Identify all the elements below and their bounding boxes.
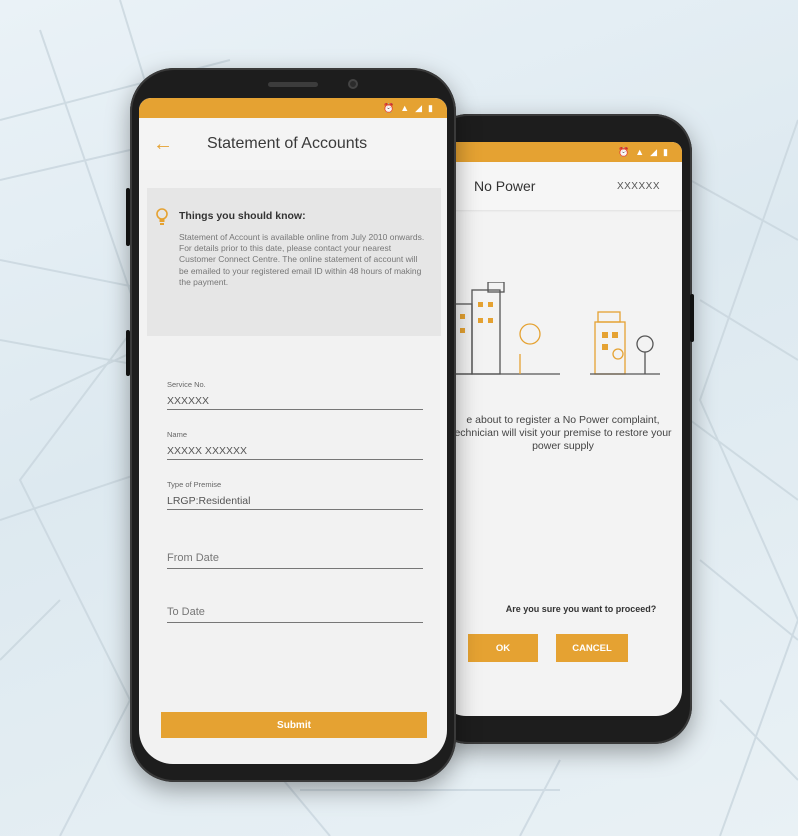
arrow-left-icon[interactable]: ← (153, 133, 183, 156)
battery-icon: ▮ (663, 146, 668, 157)
no-power-app-bar: No Power XXXXXX (440, 162, 682, 210)
power-side-button (690, 294, 694, 342)
alarm-icon: ⏰ (617, 146, 630, 157)
statement-app-bar: ← Statement of Accounts (139, 118, 447, 170)
name-field: Name XXXXX XXXXXX (167, 430, 423, 460)
battery-icon: ▮ (428, 102, 433, 113)
service-no-label: Service No. (167, 380, 206, 389)
complaint-message: e about to register a No Power complaint… (454, 414, 672, 452)
city-buildings-illustration (440, 282, 660, 375)
phone-statement-of-accounts: ⏰ ▲ ◢ ▮ ← Statement of Accounts Things y… (126, 68, 456, 782)
from-date-input[interactable]: From Date (167, 552, 423, 569)
earpiece-speaker (268, 82, 318, 87)
premise-type-field: Type of Premise LRGP:Residential (167, 480, 423, 510)
alarm-icon: ⏰ (382, 102, 395, 113)
lte-icon: ◢ (415, 102, 423, 113)
name-label: Name (167, 430, 188, 439)
status-bar: ⏰ ▲ ◢ ▮ (139, 98, 447, 118)
lightbulb-icon (156, 208, 168, 225)
submit-button[interactable]: Submit (161, 712, 427, 738)
screen-title: No Power (474, 178, 536, 194)
statement-screen: ⏰ ▲ ◢ ▮ ← Statement of Accounts Things y… (139, 98, 447, 764)
name-value: XXXXX XXXXXX (167, 445, 247, 457)
phone-no-power: ⏰ ▲ ◢ ▮ No Power XXXXXX e about to regis… (430, 114, 694, 744)
to-date-input[interactable]: To Date (167, 606, 423, 623)
info-body: Statement of Account is available online… (179, 232, 425, 287)
signal-icon: ▲ (400, 103, 410, 113)
confirm-question: Are you sure you want to proceed? (505, 604, 657, 614)
to-date-placeholder: To Date (167, 606, 205, 618)
lte-icon: ◢ (650, 146, 658, 157)
info-card: Things you should know: Statement of Acc… (147, 188, 441, 336)
page-title: Statement of Accounts (207, 135, 368, 152)
cancel-button[interactable]: CANCEL (556, 634, 628, 662)
account-id: XXXXXX (616, 180, 660, 192)
signal-icon: ▲ (635, 147, 645, 157)
premise-type-value: LRGP:Residential (167, 495, 251, 507)
no-power-screen: ⏰ ▲ ◢ ▮ No Power XXXXXX e about to regis… (440, 142, 682, 716)
volume-side-button (126, 188, 130, 246)
status-bar: ⏰ ▲ ◢ ▮ (440, 142, 682, 162)
front-camera (348, 79, 358, 89)
ok-button[interactable]: OK (468, 634, 538, 662)
info-heading: Things you should know: (179, 210, 306, 222)
bixby-side-button (126, 330, 130, 376)
service-no-field: Service No. XXXXXX (167, 380, 423, 410)
from-date-placeholder: From Date (167, 552, 219, 564)
premise-type-label: Type of Premise (167, 480, 222, 489)
service-no-value: XXXXXX (167, 395, 210, 407)
